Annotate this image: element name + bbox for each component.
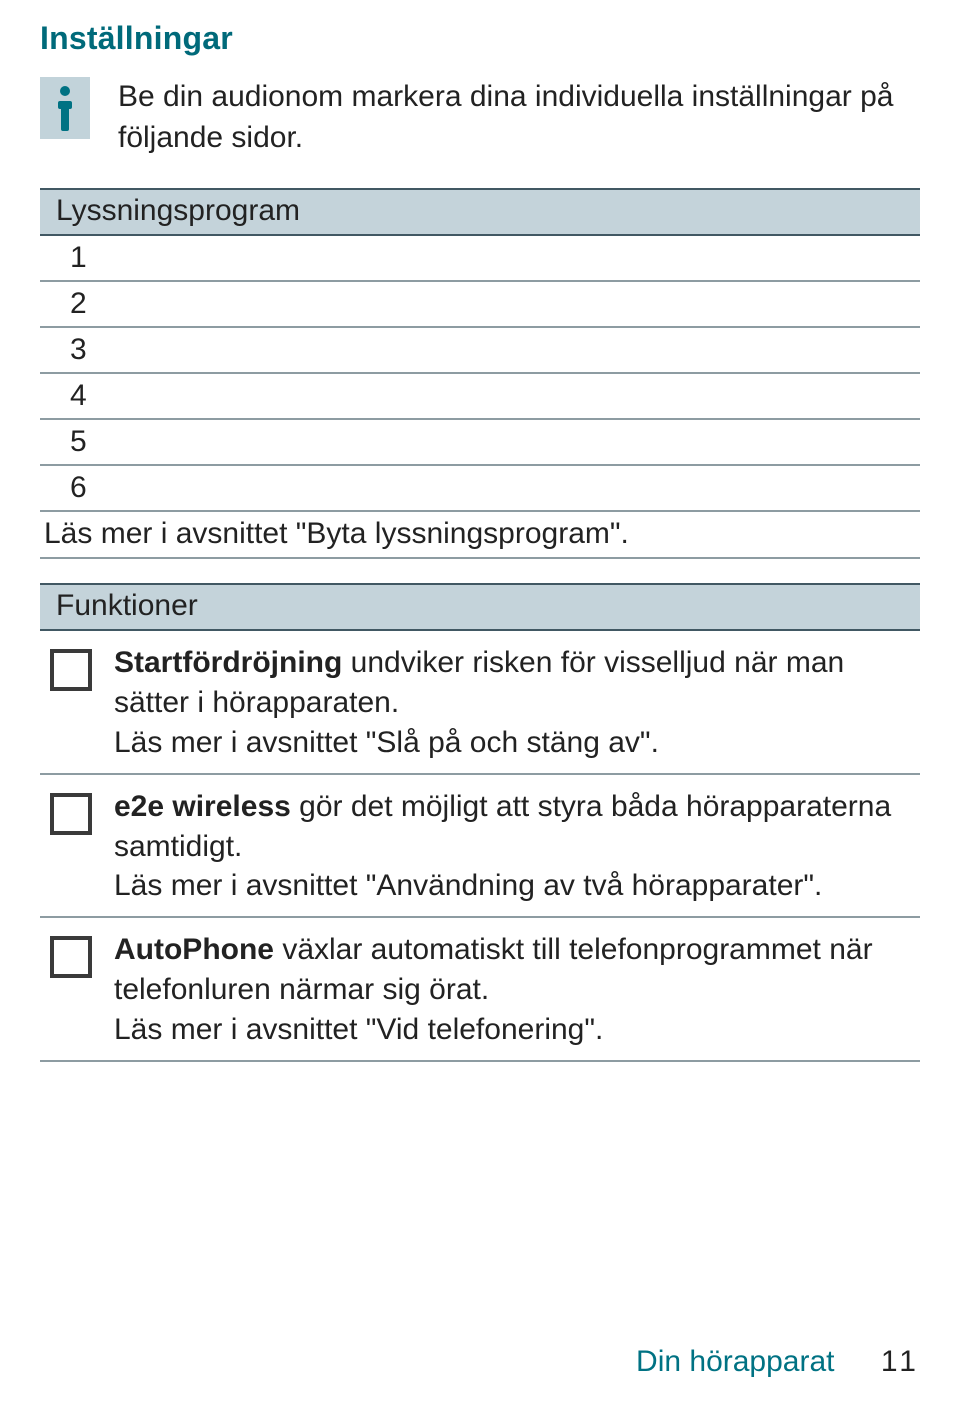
function-text: AutoPhone växlar automatiskt till telefo… <box>114 930 910 1050</box>
function-more: Läs mer i avsnittet "Användning av två h… <box>114 869 822 902</box>
function-more: Läs mer i avsnittet "Vid telefonering". <box>114 1013 603 1046</box>
checkbox[interactable] <box>50 936 92 978</box>
info-text: Be din audionom markera dina individuell… <box>118 77 920 158</box>
checkbox[interactable] <box>50 649 92 691</box>
function-item: Startfördröjning undviker risken för vis… <box>40 631 920 775</box>
function-bold: e2e wireless <box>114 790 291 823</box>
program-row: 3 <box>40 328 920 374</box>
function-item: AutoPhone växlar automatiskt till telefo… <box>40 918 920 1062</box>
checkbox[interactable] <box>50 793 92 835</box>
program-row: 4 <box>40 374 920 420</box>
function-bold: AutoPhone <box>114 933 274 966</box>
program-row: 1 <box>40 236 920 282</box>
page-footer: Din hörapparat 11 <box>636 1345 920 1379</box>
footer-section: Din hörapparat <box>636 1345 834 1378</box>
program-row: 2 <box>40 282 920 328</box>
function-item: e2e wireless gör det möjligt att styra b… <box>40 775 920 919</box>
function-text: Startfördröjning undviker risken för vis… <box>114 643 910 763</box>
functions-header: Funktioner <box>40 583 920 631</box>
program-row: 5 <box>40 420 920 466</box>
programs-header: Lyssningsprogram <box>40 188 920 236</box>
page-title: Inställningar <box>40 20 920 57</box>
info-callout: Be din audionom markera dina individuell… <box>40 77 920 158</box>
function-more: Läs mer i avsnittet "Slå på och stäng av… <box>114 726 659 759</box>
info-icon <box>40 77 90 139</box>
function-text: e2e wireless gör det möjligt att styra b… <box>114 787 910 907</box>
footer-page-number: 11 <box>881 1345 920 1378</box>
programs-footnote: Läs mer i avsnittet "Byta lyssningsprogr… <box>40 512 920 559</box>
program-row: 6 <box>40 466 920 512</box>
document-page: Inställningar Be din audionom markera di… <box>0 0 960 1415</box>
function-bold: Startfördröjning <box>114 646 342 679</box>
